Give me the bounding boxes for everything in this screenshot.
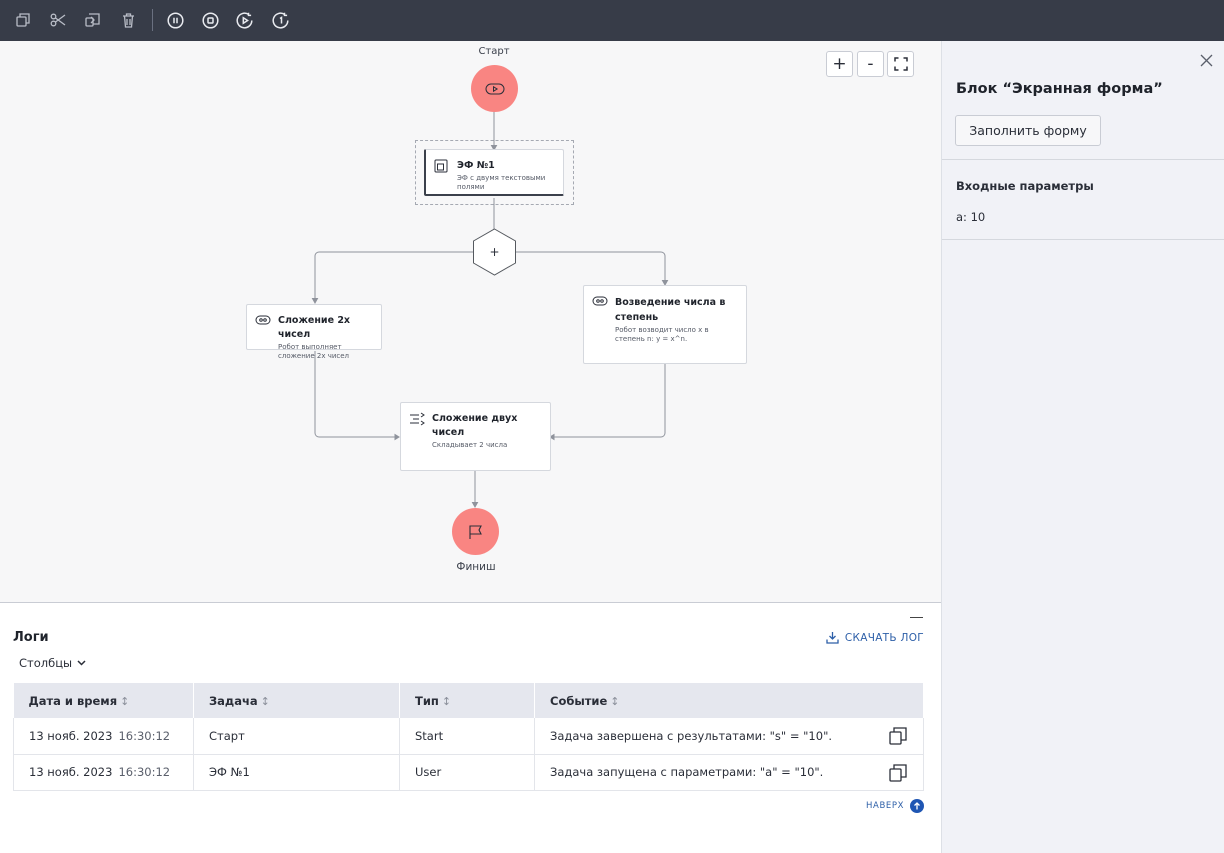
flag-icon: [468, 524, 482, 539]
download-icon: [826, 632, 839, 644]
sum-block-title: Сложение двух чисел: [432, 413, 518, 438]
sort-icon: ↕: [120, 694, 130, 708]
copy-icon[interactable]: [12, 9, 34, 31]
scroll-top-label: НАВЕРХ: [866, 801, 904, 811]
pause-icon[interactable]: [164, 9, 186, 31]
script-icon: [410, 412, 425, 426]
cell-datetime: 13 нояб. 2023 16:30:12: [13, 718, 194, 755]
process-canvas[interactable]: + - Старт ЭФ №1 ЭФ с двумя текстовыми по…: [0, 41, 941, 602]
table-row: 13 нояб. 2023 16:30:12 Старт Start Задача…: [13, 718, 924, 755]
paste-icon[interactable]: [81, 9, 103, 31]
block-properties-panel: Блок “Экранная форма” Заполнить форму Вх…: [941, 41, 1224, 853]
col-type-header[interactable]: Тип ↕: [399, 683, 535, 718]
cell-datetime: 13 нояб. 2023 16:30:12: [13, 754, 194, 791]
col-event-header[interactable]: Событие ↕: [534, 683, 924, 718]
add-block-desc: Робот выполняет сложение 2х чисел: [278, 343, 350, 360]
gateway-plus-label: +: [489, 245, 499, 259]
cut-icon[interactable]: [47, 9, 69, 31]
sort-icon: ↕: [441, 694, 452, 708]
screen-form-icon: [434, 159, 448, 173]
download-log-label: СКАЧАТЬ ЛОГ: [844, 631, 924, 644]
finish-node[interactable]: [452, 508, 499, 555]
delete-icon[interactable]: [117, 9, 139, 31]
cell-task: ЭФ №1: [193, 754, 400, 791]
parallel-gateway[interactable]: +: [472, 228, 517, 276]
download-log-button[interactable]: СКАЧАТЬ ЛОГ: [826, 631, 924, 644]
power-block-card[interactable]: Возведение числа в степень Робот возводи…: [583, 285, 747, 364]
scroll-top-link[interactable]: НАВЕРХ: [866, 799, 924, 813]
panel-title: Блок “Экранная форма”: [956, 81, 1163, 97]
sort-icon: ↕: [610, 694, 620, 708]
table-row: 13 нояб. 2023 16:30:12 ЭФ №1 User Задача …: [13, 754, 924, 791]
divider: [942, 159, 1224, 160]
minimize-logs-button[interactable]: [910, 617, 923, 618]
columns-dropdown[interactable]: Столбцы: [19, 656, 86, 670]
robot-icon: [592, 296, 608, 306]
cell-type: User: [399, 754, 535, 791]
event-text: Задача запущена с параметрами: "a" = "10…: [550, 765, 824, 779]
fill-form-button[interactable]: Заполнить форму: [955, 115, 1101, 146]
play-icon[interactable]: [234, 9, 256, 31]
power-block-title: Возведение числа в степень: [615, 297, 726, 323]
add-block-card[interactable]: Сложение 2х чисел Робот выполняет сложен…: [246, 304, 382, 360]
add-block-title: Сложение 2х чисел: [278, 315, 351, 340]
start-node[interactable]: [471, 65, 518, 112]
sort-icon: ↕: [260, 694, 270, 708]
form-block-title: ЭФ №1: [457, 160, 495, 171]
top-toolbar: [0, 0, 1224, 41]
divider: [942, 239, 1224, 240]
columns-label: Столбцы: [19, 656, 73, 670]
table-header-row: Дата и время ↕ Задача ↕ Тип ↕ Событие ↕: [13, 683, 924, 718]
cell-task: Старт: [193, 718, 400, 755]
close-icon[interactable]: [1200, 54, 1213, 67]
copy-icon[interactable]: [889, 763, 907, 782]
start-icon: [485, 83, 504, 94]
chevron-down-icon: [77, 660, 86, 666]
input-params-title: Входные параметры: [956, 179, 1094, 193]
col-datetime-header[interactable]: Дата и время ↕: [13, 683, 194, 718]
cell-type: Start: [399, 718, 535, 755]
event-text: Задача завершена с результатами: "s" = "…: [550, 728, 833, 743]
power-block-desc: Робот возводит число x в степень n: y = …: [615, 326, 709, 343]
form-block-desc: ЭФ с двумя текстовыми полями: [457, 174, 546, 191]
toolbar-separator: [152, 9, 153, 31]
rerun-icon[interactable]: [270, 9, 292, 31]
robot-icon: [255, 315, 271, 325]
finish-label: Финиш: [456, 561, 496, 573]
col-task-header[interactable]: Задача ↕: [193, 683, 400, 718]
sum-block-desc: Складывает 2 числа: [432, 441, 508, 449]
input-params-value: a: 10: [956, 210, 986, 224]
logs-title: Логи: [13, 630, 49, 645]
logs-panel: Логи Столбцы СКАЧАТЬ ЛОГ Дата и время ↕ З…: [0, 602, 941, 853]
cell-event: Задача запущена с параметрами: "a" = "10…: [534, 754, 924, 791]
form-block-card[interactable]: ЭФ №1 ЭФ с двумя текстовыми полями: [424, 149, 564, 196]
logs-table: Дата и время ↕ Задача ↕ Тип ↕ Событие ↕ 13 н…: [13, 683, 924, 791]
arrow-up-icon: [910, 799, 924, 813]
sum-block-card[interactable]: Сложение двух чисел Складывает 2 числа: [400, 402, 551, 471]
copy-icon[interactable]: [889, 727, 907, 745]
cell-event: Задача завершена с результатами: "s" = "…: [534, 718, 924, 755]
stop-icon[interactable]: [199, 9, 221, 31]
start-label: Старт: [478, 46, 510, 57]
